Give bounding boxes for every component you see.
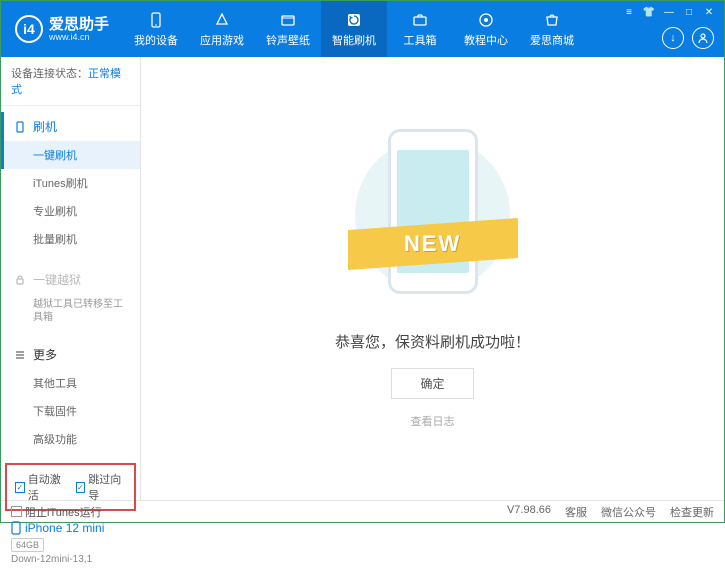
device-firmware-info: Down-12mini-13,1 bbox=[11, 554, 130, 565]
ok-button[interactable]: 确定 bbox=[391, 368, 473, 399]
folder-icon bbox=[279, 11, 297, 29]
tab-my-device[interactable]: 我的设备 bbox=[123, 1, 189, 57]
logo-icon: i4 bbox=[15, 15, 43, 43]
device-info-box[interactable]: iPhone 12 mini 64GB Down-12mini-13,1 bbox=[1, 515, 140, 571]
content-area: 设备连接状态：正常模式 刷机 一键刷机 iTunes刷机 专业刷机 批量刷机 一… bbox=[1, 57, 724, 500]
main-panel: NEW 恭喜您，保资料刷机成功啦！ 确定 查看日志 bbox=[141, 57, 724, 500]
phone-icon bbox=[13, 120, 27, 134]
sidebar-section-jailbreak[interactable]: 一键越狱 bbox=[1, 265, 140, 294]
maximize-icon[interactable]: □ bbox=[682, 5, 696, 19]
tab-tutorials[interactable]: 教程中心 bbox=[453, 1, 519, 57]
lock-icon bbox=[13, 273, 27, 287]
sidebar-item-download-firmware[interactable]: 下载固件 bbox=[1, 397, 140, 425]
connection-status: 设备连接状态：正常模式 bbox=[1, 57, 140, 106]
refresh-icon bbox=[345, 11, 363, 29]
footer-link-wechat[interactable]: 微信公众号 bbox=[601, 504, 656, 520]
menu-icon[interactable]: ≡ bbox=[622, 5, 636, 19]
checkbox-block-itunes[interactable]: 阻止iTunes运行 bbox=[11, 504, 102, 520]
device-name: iPhone 12 mini bbox=[11, 521, 130, 535]
more-icon bbox=[13, 348, 27, 362]
checkbox-auto-activate[interactable]: ✓ 自动激活 bbox=[15, 471, 66, 503]
sidebar-item-pro-flash[interactable]: 专业刷机 bbox=[1, 197, 140, 225]
version-label: V7.98.66 bbox=[507, 504, 551, 520]
download-icon[interactable]: ↓ bbox=[662, 27, 684, 49]
app-name: 爱思助手 bbox=[49, 17, 109, 32]
book-icon bbox=[477, 11, 495, 29]
tab-ringtones[interactable]: 铃声壁纸 bbox=[255, 1, 321, 57]
view-log-link[interactable]: 查看日志 bbox=[411, 413, 455, 429]
app-url: www.i4.cn bbox=[49, 32, 109, 42]
app-header: i4 爱思助手 www.i4.cn 我的设备 应用游戏 铃声壁纸 智能刷机 工具… bbox=[1, 1, 724, 57]
sidebar: 设备连接状态：正常模式 刷机 一键刷机 iTunes刷机 专业刷机 批量刷机 一… bbox=[1, 57, 141, 500]
sidebar-item-batch-flash[interactable]: 批量刷机 bbox=[1, 225, 140, 253]
tab-flash[interactable]: 智能刷机 bbox=[321, 1, 387, 57]
tab-toolbox[interactable]: 工具箱 bbox=[387, 1, 453, 57]
sidebar-section-flash[interactable]: 刷机 bbox=[1, 112, 140, 141]
phone-illustration: NEW bbox=[363, 129, 503, 309]
tab-apps[interactable]: 应用游戏 bbox=[189, 1, 255, 57]
store-icon bbox=[543, 11, 561, 29]
sidebar-item-other-tools[interactable]: 其他工具 bbox=[1, 369, 140, 397]
skin-icon[interactable]: 👕 bbox=[642, 5, 656, 19]
sidebar-item-advanced[interactable]: 高级功能 bbox=[1, 425, 140, 453]
success-message: 恭喜您，保资料刷机成功啦！ bbox=[335, 331, 530, 352]
minimize-icon[interactable]: — bbox=[662, 5, 676, 19]
logo-area: i4 爱思助手 www.i4.cn bbox=[1, 15, 123, 43]
checkbox-icon: ✓ bbox=[76, 482, 86, 493]
phone-icon bbox=[11, 521, 21, 535]
user-icon[interactable] bbox=[692, 27, 714, 49]
checkbox-icon bbox=[11, 506, 22, 517]
sidebar-item-oneclick-flash[interactable]: 一键刷机 bbox=[1, 141, 140, 169]
close-icon[interactable]: ✕ bbox=[702, 5, 716, 19]
checkbox-skip-wizard[interactable]: ✓ 跳过向导 bbox=[76, 471, 127, 503]
apps-icon bbox=[213, 11, 231, 29]
toolbox-icon bbox=[411, 11, 429, 29]
sidebar-item-itunes-flash[interactable]: iTunes刷机 bbox=[1, 169, 140, 197]
footer-link-support[interactable]: 客服 bbox=[565, 504, 587, 520]
device-storage-badge: 64GB bbox=[11, 538, 44, 552]
tab-store[interactable]: 爱思商城 bbox=[519, 1, 585, 57]
footer-link-update[interactable]: 检查更新 bbox=[670, 504, 714, 520]
jailbreak-note: 越狱工具已转移至工具箱 bbox=[1, 294, 140, 328]
window-controls: ≡ 👕 — □ ✕ bbox=[622, 5, 716, 19]
phone-icon bbox=[147, 11, 165, 29]
header-actions: ↓ bbox=[662, 27, 714, 49]
checkbox-icon: ✓ bbox=[15, 482, 25, 493]
sidebar-section-more[interactable]: 更多 bbox=[1, 340, 140, 369]
nav-tabs: 我的设备 应用游戏 铃声壁纸 智能刷机 工具箱 教程中心 爱思商城 bbox=[123, 1, 585, 57]
